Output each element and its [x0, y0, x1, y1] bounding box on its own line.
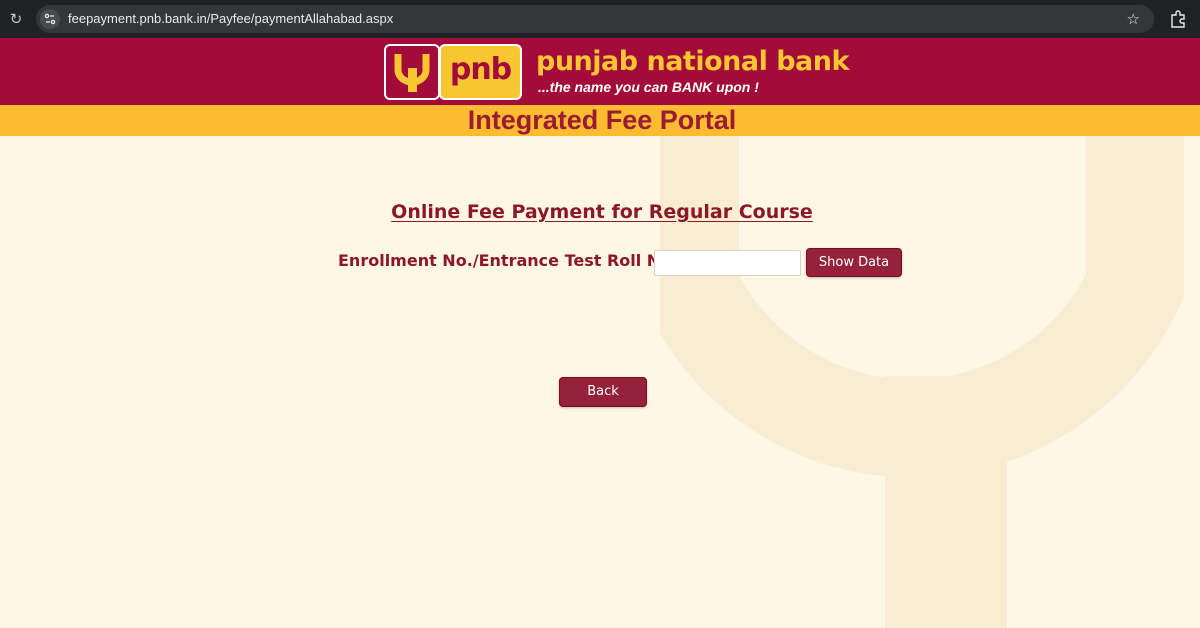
pnb-logo[interactable]: pnb: [384, 44, 522, 100]
show-data-button[interactable]: Show Data: [806, 248, 902, 277]
enrollment-input[interactable]: [654, 250, 801, 276]
bank-tagline: ...the name you can BANK upon !: [538, 79, 759, 95]
enrollment-label: Enrollment No./Entrance Test Roll No:: [338, 251, 678, 270]
portal-title: Integrated Fee Portal: [467, 105, 737, 135]
back-button[interactable]: Back: [559, 377, 647, 407]
site-info-icon[interactable]: [40, 9, 60, 29]
pnb-wordmark: pnb: [439, 44, 522, 100]
address-bar[interactable]: feepayment.pnb.bank.in/Payfee/paymentAll…: [36, 5, 1154, 33]
portal-banner: Integrated Fee Portal: [0, 105, 1200, 136]
logo-text: pnb: [449, 52, 512, 87]
site-header: pnb punjab national bank ...the name you…: [0, 38, 1200, 105]
extensions-icon[interactable]: [1168, 9, 1188, 29]
bank-name: punjab national bank: [536, 46, 849, 77]
reload-icon[interactable]: ↻: [6, 9, 26, 29]
star-icon[interactable]: ☆: [1127, 5, 1140, 33]
address-url[interactable]: feepayment.pnb.bank.in/Payfee/paymentAll…: [68, 5, 393, 33]
pnb-emblem-icon: [384, 44, 440, 100]
browser-toolbar: ↻ feepayment.pnb.bank.in/Payfee/paymentA…: [0, 0, 1200, 38]
page-heading: Online Fee Payment for Regular Course: [391, 201, 813, 223]
